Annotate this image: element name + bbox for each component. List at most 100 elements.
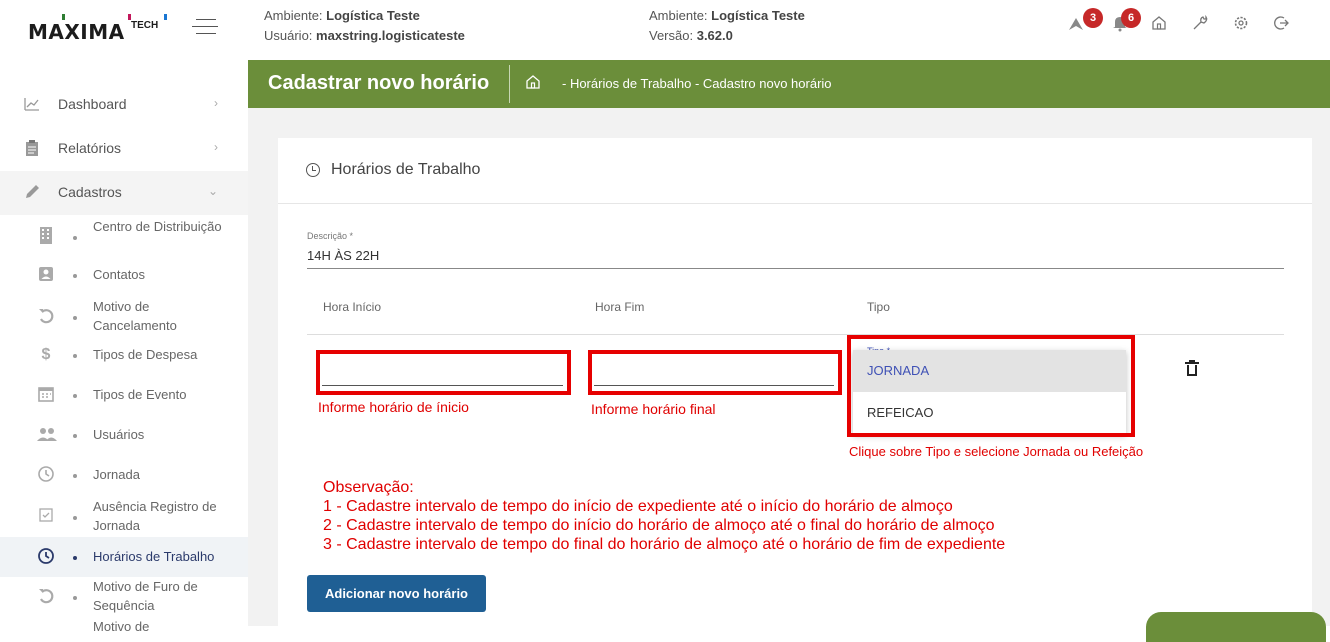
start-time-highlight (316, 350, 571, 395)
sidebar-subitem-centro[interactable]: Centro de Distribuição (0, 217, 248, 257)
users-icon (36, 425, 57, 445)
sidebar-item-cadastros[interactable]: Cadastros ⌄ (0, 171, 248, 215)
sidebar-subitem-ausencia[interactable]: Ausência Registro de Jornada (0, 497, 248, 537)
card-header: Horários de Trabalho (278, 138, 1312, 204)
start-time-hint: Informe horário de ínicio (318, 399, 469, 415)
chevron-down-icon: ⌄ (207, 184, 218, 198)
env-label-2: Ambiente: (649, 8, 708, 23)
user-label: Usuário: (264, 28, 313, 43)
description-label: Descrição * (307, 231, 354, 241)
add-schedule-button[interactable]: Adicionar novo horário (307, 575, 486, 612)
bullet (73, 434, 77, 438)
breadcrumb[interactable]: - Horários de Trabalho - Cadastro novo h… (562, 76, 832, 91)
wrench-icon[interactable] (1191, 14, 1209, 32)
sidebar-subitem-usuarios[interactable]: Usuários (0, 425, 248, 445)
sidebar-item-label: Ausência Registro de Jornada (93, 499, 217, 533)
header-divider (509, 65, 510, 103)
version-info: Ambiente: Logística Teste Versão: 3.62.0 (649, 6, 805, 46)
sidebar-subitem-furo-sequencia[interactable]: Motivo de Furo de Sequência (0, 577, 248, 617)
logo-accent-blue (164, 14, 167, 20)
clock-icon (36, 465, 56, 485)
bullet (73, 354, 77, 358)
main-content: Cadastrar novo horário - Horários de Tra… (248, 60, 1330, 642)
gear-icon[interactable] (1232, 14, 1250, 32)
building-icon (36, 226, 56, 246)
checkbox-icon (36, 507, 56, 527)
page-header-bar: Cadastrar novo horário - Horários de Tra… (248, 60, 1330, 108)
sidebar-item-label: Dashboard (58, 96, 127, 112)
env-value-2: Logística Teste (711, 8, 805, 23)
sidebar-subitem-tipos-despesa[interactable]: $ Tipos de Despesa (0, 345, 248, 365)
menu-toggle-icon[interactable] (192, 16, 218, 36)
column-header-start: Hora Início (323, 300, 382, 314)
bullet (73, 556, 77, 560)
observation-line: 3 - Cadastre intervalo de tempo do final… (323, 536, 1006, 553)
bullet (73, 394, 77, 398)
sidebar-subitem-contatos[interactable]: Contatos (0, 265, 248, 285)
type-highlight (847, 335, 1135, 437)
routes-badge: 3 (1083, 8, 1103, 28)
description-underline (307, 268, 1284, 269)
sidebar-item-label: Cadastros (58, 184, 122, 200)
end-time-highlight (588, 350, 842, 395)
chart-icon (22, 95, 42, 115)
end-time-hint: Informe horário final (591, 401, 716, 417)
home-icon[interactable] (1150, 14, 1168, 32)
sidebar: Dashboard › Relatórios › Cadastros ⌄ Cen… (0, 60, 248, 634)
observation-line: 2 - Cadastre intervalo de tempo do iníci… (323, 517, 995, 534)
trash-icon[interactable] (1185, 360, 1199, 376)
chevron-right-icon: › (214, 140, 218, 154)
env-info: Ambiente: Logística Teste Usuário: maxst… (264, 6, 465, 46)
bullet (73, 474, 77, 478)
version-label: Versão: (649, 28, 694, 43)
logo-suffix: TECH (131, 20, 159, 31)
description-input[interactable]: 14H ÀS 22H (307, 248, 379, 263)
sidebar-item-label: Motivo de (93, 619, 150, 634)
sidebar-item-label: Horários de Trabalho (93, 549, 215, 564)
clock-icon (36, 547, 56, 567)
undo-icon (36, 587, 56, 607)
contact-icon (36, 265, 56, 285)
env-value: Logística Teste (326, 8, 420, 23)
page-title: Cadastrar novo horário (268, 72, 490, 94)
sidebar-item-label: Tipos de Despesa (93, 347, 198, 362)
top-header: MAXIMA TECH Ambiente: Logística Teste Us… (0, 0, 1330, 60)
notifications-badge: 6 (1121, 8, 1141, 28)
sidebar-subitem-motivo-truncated[interactable]: Motivo de (0, 617, 248, 637)
sidebar-subitem-tipos-evento[interactable]: Tipos de Evento (0, 385, 248, 405)
sidebar-subitem-jornada[interactable]: Jornada (0, 465, 248, 485)
user-value: maxstring.logisticateste (316, 28, 465, 43)
table-header-divider (307, 334, 1284, 335)
form-card: Horários de Trabalho Descrição * 14H ÀS … (278, 138, 1312, 638)
card-title: Horários de Trabalho (331, 161, 481, 178)
sidebar-item-label: Relatórios (58, 140, 122, 156)
calendar-icon (36, 385, 56, 405)
observation-title: Observação: (323, 479, 414, 496)
observation-block: Observação: 1 - Cadastre intervalo de te… (323, 478, 1005, 554)
sidebar-item-dashboard[interactable]: Dashboard › (0, 83, 248, 127)
start-time-input[interactable] (322, 385, 563, 386)
chevron-right-icon: › (214, 96, 218, 110)
sidebar-subitem-horarios-trabalho[interactable]: Horários de Trabalho (0, 537, 248, 577)
observation-line: 1 - Cadastre intervalo de tempo do iníci… (323, 498, 953, 515)
floating-action-button[interactable] (1146, 612, 1326, 642)
type-hint: Clique sobre Tipo e selecione Jornada ou… (849, 444, 1144, 459)
pencil-icon (22, 183, 42, 203)
end-time-input[interactable] (594, 385, 834, 386)
env-label: Ambiente: (264, 8, 323, 23)
logout-icon[interactable] (1272, 14, 1290, 32)
sidebar-item-label: Motivo de Furo de Sequência (93, 579, 198, 613)
bullet (73, 274, 77, 278)
sidebar-item-relatorios[interactable]: Relatórios › (0, 127, 248, 171)
sidebar-item-label: Jornada (93, 467, 140, 482)
sidebar-item-label: Motivo de Cancelamento (93, 299, 177, 333)
breadcrumb-home-icon[interactable] (525, 74, 541, 94)
bullet (73, 236, 77, 240)
column-header-end: Hora Fim (595, 300, 645, 314)
dollar-icon: $ (41, 346, 51, 363)
bullet (73, 596, 77, 600)
clipboard-icon (22, 139, 42, 159)
bullet (73, 316, 77, 320)
bullet (73, 516, 77, 520)
sidebar-subitem-motivo-cancelamento[interactable]: Motivo de Cancelamento (0, 297, 248, 337)
